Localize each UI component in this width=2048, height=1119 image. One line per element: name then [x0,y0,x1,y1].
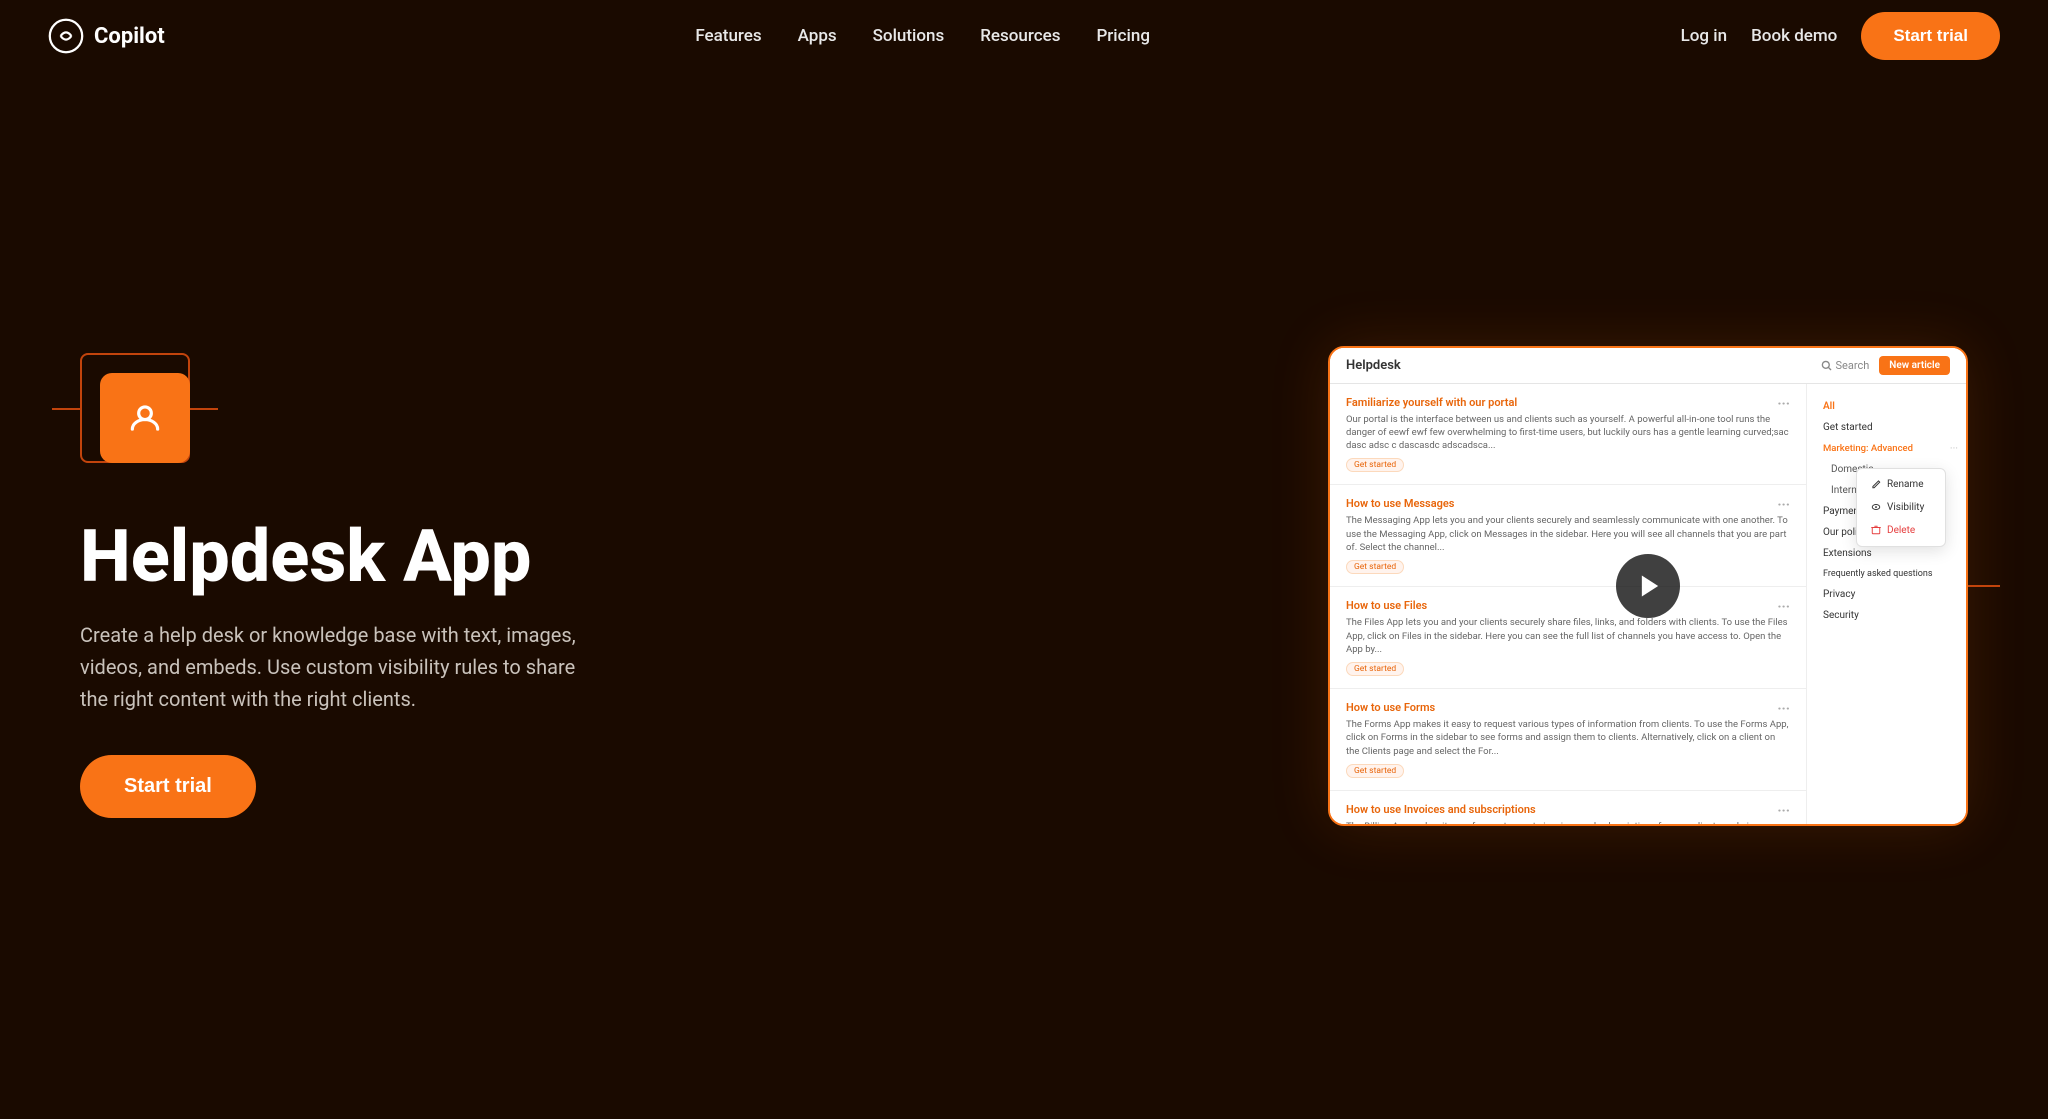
article-desc-4: The Forms App makes it easy to request v… [1346,718,1790,758]
hero-description: Create a help desk or knowledge base wit… [80,619,600,715]
tag[interactable]: Get started [1346,764,1404,778]
article-desc-1: Our portal is the interface between us a… [1346,413,1790,453]
article-menu-2[interactable]: ··· [1777,497,1790,513]
nav-pricing[interactable]: Pricing [1096,26,1150,46]
article-tags-2: Get started [1346,560,1790,574]
article-item[interactable]: ··· How to use Invoices and subscription… [1330,791,1806,823]
icon-left-connector [52,408,80,410]
icon-right-connector [190,408,218,410]
sidebar-item-privacy[interactable]: Privacy [1807,584,1966,605]
rename-icon [1871,479,1881,489]
nav-resources[interactable]: Resources [980,26,1060,46]
tag[interactable]: Get started [1346,458,1404,472]
copilot-logo-icon [48,18,84,54]
right-connector [1968,585,2000,587]
login-link[interactable]: Log in [1681,26,1727,46]
new-article-button[interactable]: New article [1879,356,1950,375]
article-item[interactable]: ··· Familiarize yourself with our portal… [1330,384,1806,486]
sidebar-item-security[interactable]: Security [1807,605,1966,626]
article-desc-2: The Messaging App lets you and your clie… [1346,514,1790,554]
article-item[interactable]: ··· How to use Forms The Forms App makes… [1330,689,1806,791]
hero-title: Helpdesk App [80,519,600,595]
sidebar-item-get-started[interactable]: Get started [1807,417,1966,438]
nav-apps[interactable]: Apps [798,26,837,46]
app-header-title: Helpdesk [1346,358,1401,373]
search-label: Search [1836,359,1870,372]
tag[interactable]: Get started [1346,662,1404,676]
article-item[interactable]: ··· How to use Messages The Messaging Ap… [1330,485,1806,587]
article-item[interactable]: ··· How to use Files The Files App lets … [1330,587,1806,689]
sidebar-item-faq[interactable]: Frequently asked questions [1807,564,1966,584]
main-nav: Copilot Features Apps Solutions Resource… [0,0,2048,72]
hero-right: Helpdesk Search New article · [1328,346,1968,826]
search-icon [1821,360,1832,371]
nav-right: Log in Book demo Start trial [1681,12,2000,60]
article-menu-5[interactable]: ··· [1777,803,1790,819]
play-button[interactable] [1616,554,1680,618]
nav-start-trial-button[interactable]: Start trial [1861,12,2000,60]
context-menu: Rename Visibility Delete [1856,468,1946,547]
app-search-box[interactable]: Search [1821,359,1870,372]
app-header-right: Search New article [1821,356,1951,375]
article-title-2: How to use Messages [1346,497,1790,510]
article-title-4: How to use Forms [1346,701,1790,714]
nav-features[interactable]: Features [695,26,761,46]
article-menu-1[interactable]: ··· [1777,396,1790,412]
hero-left: Helpdesk App Create a help desk or knowl… [80,353,600,818]
app-header: Helpdesk Search New article [1330,348,1966,384]
app-sidebar: All Get started Marketing: Advanced ··· … [1806,384,1966,824]
app-main-content: ··· Familiarize yourself with our portal… [1330,384,1806,824]
article-tags-4: Get started [1346,764,1790,778]
book-demo-link[interactable]: Book demo [1751,26,1837,46]
context-menu-delete[interactable]: Delete [1857,519,1945,542]
article-menu-4[interactable]: ··· [1777,701,1790,717]
hero-start-trial-button[interactable]: Start trial [80,755,256,818]
app-screenshot-container: Helpdesk Search New article · [1328,346,1968,826]
article-title-1: Familiarize yourself with our portal [1346,396,1790,409]
article-title-3: How to use Files [1346,599,1790,612]
context-menu-visibility[interactable]: Visibility [1857,496,1945,519]
tag[interactable]: Get started [1346,560,1404,574]
visibility-icon [1871,502,1881,512]
icon-inner [100,373,190,463]
brand-logo[interactable]: Copilot [48,18,165,54]
hero-section: Helpdesk App Create a help desk or knowl… [0,72,2048,1119]
context-menu-rename[interactable]: Rename [1857,473,1945,496]
article-menu-3[interactable]: ··· [1777,599,1790,615]
play-icon [1636,572,1664,600]
trash-icon [1871,525,1881,535]
helpdesk-icon [126,399,164,437]
article-tags-3: Get started [1346,662,1790,676]
article-desc-3: The Files App lets you and your clients … [1346,616,1790,656]
article-tags-1: Get started [1346,458,1790,472]
hero-icon-box [80,353,210,483]
nav-solutions[interactable]: Solutions [873,26,945,46]
nav-links: Features Apps Solutions Resources Pricin… [695,26,1150,46]
article-title-5: How to use Invoices and subscriptions [1346,803,1790,816]
sidebar-item-all[interactable]: All [1807,396,1966,417]
article-desc-5: The Billing App makes it easy for you to… [1346,820,1790,823]
sidebar-item-marketing[interactable]: Marketing: Advanced ··· [1807,438,1966,459]
